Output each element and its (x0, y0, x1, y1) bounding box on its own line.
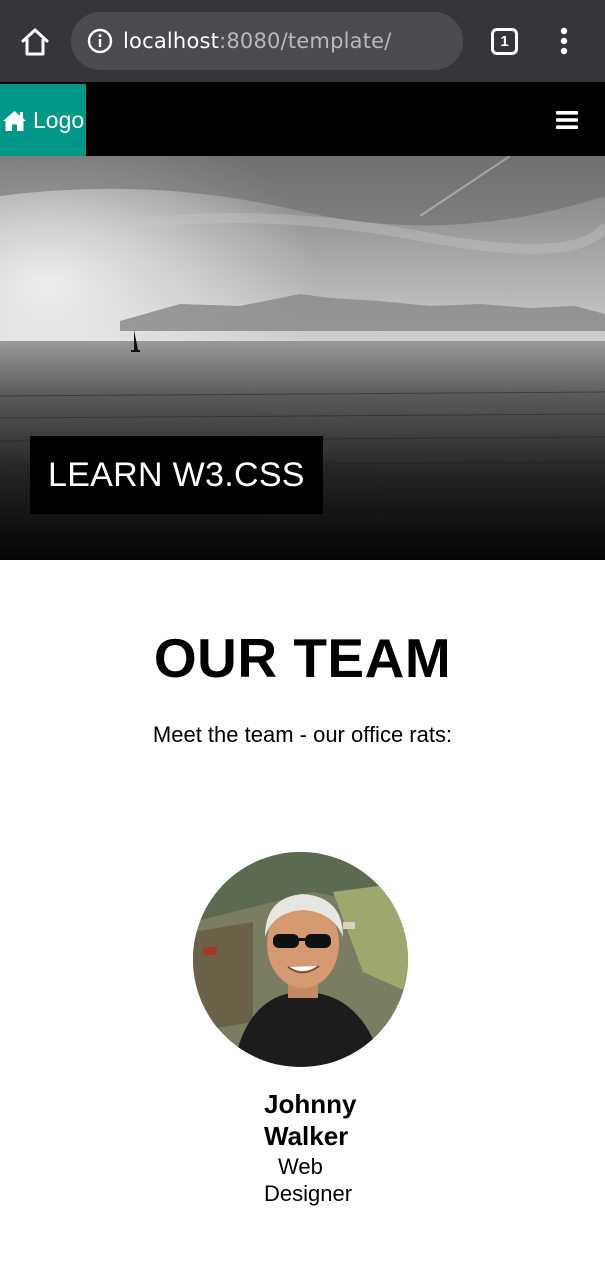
info-icon[interactable] (87, 28, 113, 54)
tab-count: 1 (500, 33, 509, 50)
more-vert-icon (560, 27, 568, 55)
logo-label: Logo (33, 107, 85, 133)
browser-home-button[interactable] (18, 25, 52, 59)
nav-menu-button[interactable] (552, 108, 584, 132)
hero-caption: LEARN W3.CSS (30, 436, 323, 514)
logo-link[interactable]: Logo (0, 84, 87, 157)
browser-menu-button[interactable] (553, 26, 575, 56)
url-path: :8080/template/ (219, 29, 392, 53)
tab-switcher-button[interactable]: 1 (491, 28, 518, 55)
hero-banner: LEARN W3.CSS (0, 156, 605, 560)
member-role: Web Designer (264, 1154, 353, 1206)
address-bar[interactable]: localhost:8080/template/ (71, 12, 463, 70)
hamburger-icon (556, 111, 578, 129)
browser-toolbar: localhost:8080/template/ 1 (0, 0, 605, 82)
member-name: Johnny Walker (264, 1089, 357, 1151)
team-subtitle: Meet the team - our office rats: (152, 722, 453, 747)
member-avatar (193, 852, 408, 1067)
site-navbar: Logo (0, 82, 605, 157)
team-heading: OUR TEAM (153, 627, 452, 689)
url-host: localhost (123, 29, 220, 53)
house-icon (3, 110, 26, 131)
url-text: localhost:8080/template/ (123, 29, 392, 53)
home-icon (21, 28, 49, 56)
member-photo (193, 852, 408, 1067)
